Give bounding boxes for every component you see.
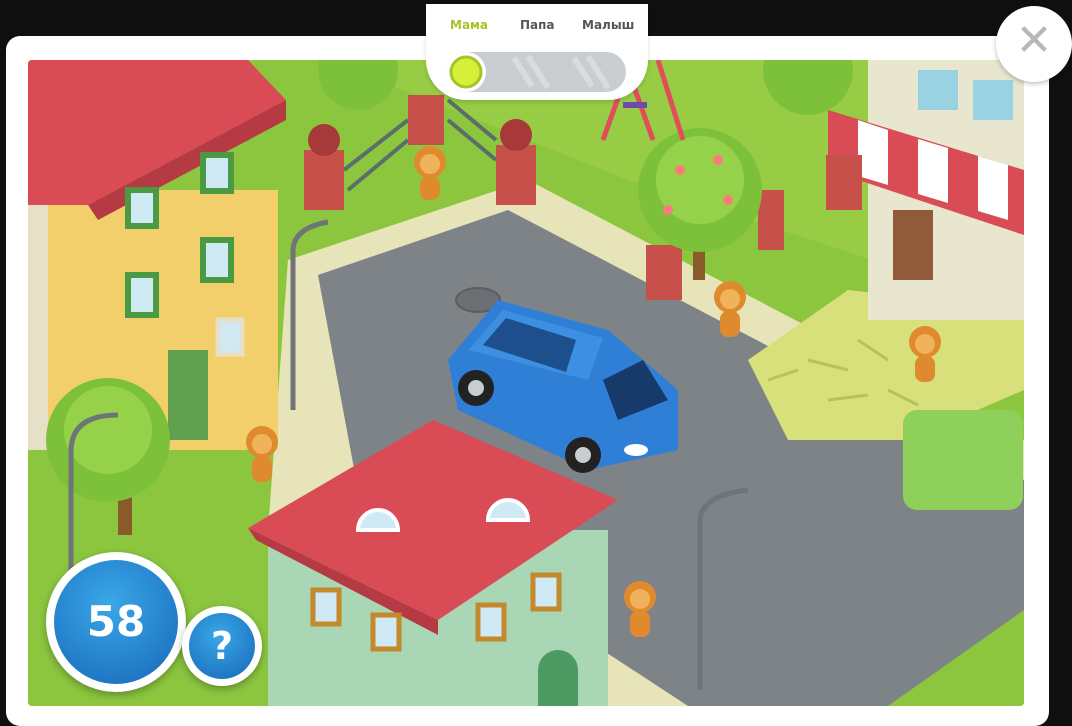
player-tabs: Мама Папа Малыш — [426, 4, 648, 100]
tab-papa[interactable]: Папа — [520, 18, 555, 32]
tab-malysh[interactable]: Малыш — [582, 18, 634, 32]
close-button[interactable]: ✕ — [996, 6, 1072, 82]
help-button[interactable]: ? — [182, 606, 262, 686]
counter-value: 58 — [86, 597, 146, 646]
counter-badge: 58 — [46, 552, 186, 692]
slider-knob — [449, 55, 483, 89]
help-icon: ? — [210, 624, 234, 668]
tab-mama[interactable]: Мама — [450, 18, 488, 32]
yellow-house — [28, 60, 286, 450]
hedge — [903, 410, 1023, 510]
tab-slider-track[interactable] — [444, 48, 628, 92]
close-icon: ✕ — [1015, 15, 1053, 66]
